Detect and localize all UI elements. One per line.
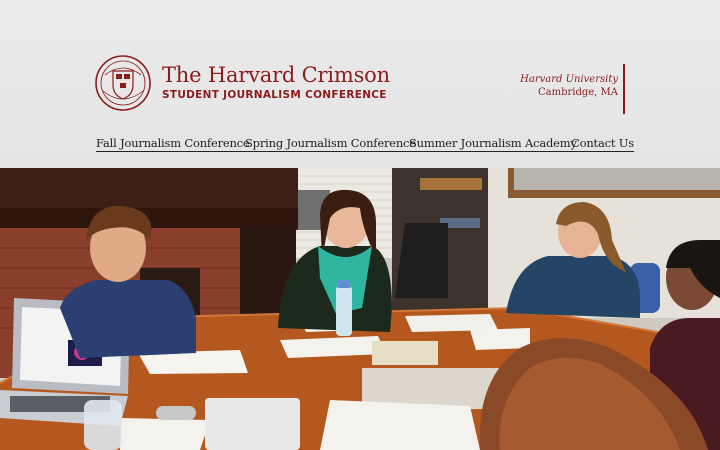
header-divider <box>623 64 625 114</box>
location-block: Harvard University Cambridge, MA <box>520 73 618 99</box>
site-title[interactable]: The Harvard Crimson <box>162 63 390 87</box>
crimson-seal-icon[interactable] <box>95 55 151 111</box>
nav-summer-academy[interactable]: Summer Journalism Academy <box>409 136 577 152</box>
site-header: The Harvard Crimson STUDENT JOURNALISM C… <box>0 0 720 168</box>
site-subtitle: STUDENT JOURNALISM CONFERENCE <box>162 89 387 101</box>
main-nav: Fall Journalism Conference Spring Journa… <box>0 136 720 156</box>
nav-spring-conference[interactable]: Spring Journalism Conference <box>245 136 416 152</box>
nav-contact-us[interactable]: Contact Us <box>571 136 634 152</box>
nav-fall-conference[interactable]: Fall Journalism Conference <box>96 136 250 152</box>
city-name: Cambridge, MA <box>537 87 618 98</box>
university-name: Harvard University <box>520 74 618 85</box>
hero-photo <box>0 168 720 450</box>
